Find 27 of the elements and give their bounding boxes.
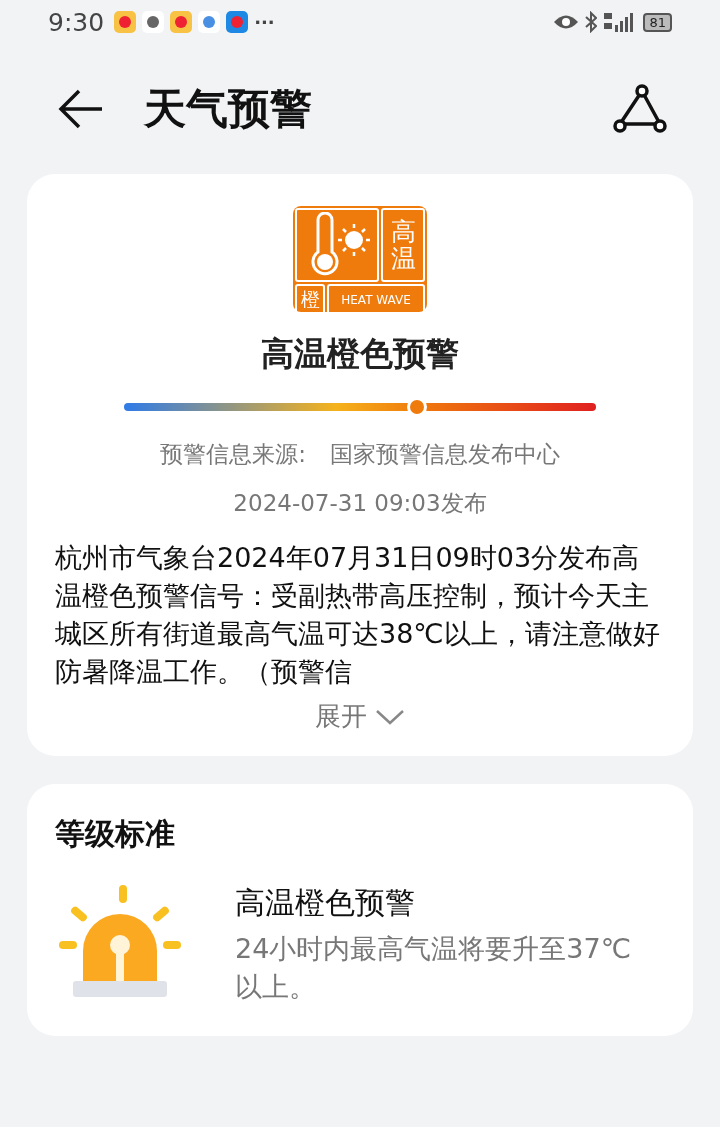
share-icon[interactable]: [612, 84, 668, 134]
page-title: 天气预警: [144, 83, 313, 135]
expand-button[interactable]: 展开: [315, 699, 405, 734]
badge-english: HEAT WAVE: [341, 293, 411, 307]
alert-description: 杭州市气象台2024年07月31日09时03分发布高温橙色预警信号：受副热带高压控制，预计今天主城区所有街道最高气温可达38℃以上，请注意做好防暑降温工作。（预警信: [55, 541, 661, 689]
battery-indicator: 81: [643, 12, 672, 32]
app-notification-icon: [226, 11, 249, 33]
bluetooth-icon: [585, 11, 598, 33]
alert-title: 高温橙色预警: [260, 333, 460, 375]
badge-level: 橙: [300, 287, 320, 312]
more-notifications: ···: [254, 11, 275, 33]
app-notification-icon: [114, 11, 137, 33]
app-notification-icon: [170, 11, 193, 33]
app-notification-icon: [142, 11, 165, 33]
source-value: 国家预警信息发布中心: [329, 440, 560, 469]
level-name: 高温橙色预警: [235, 884, 416, 922]
status-time: 9:30: [48, 7, 105, 37]
badge-title: 高温: [390, 217, 416, 273]
source-label: 预警信息来源:: [160, 440, 306, 469]
eye-icon: [553, 13, 580, 31]
signal-icon: [603, 11, 634, 33]
level-criteria: 24小时内最高气温将要升至37℃以上。: [235, 932, 633, 1004]
section-heading: 等级标准: [55, 815, 176, 853]
back-icon[interactable]: [58, 89, 104, 129]
chevron-down-icon: [375, 708, 405, 725]
publish-time: 2024-07-31 09:03发布: [232, 489, 488, 518]
app-notification-icon: [198, 11, 221, 33]
